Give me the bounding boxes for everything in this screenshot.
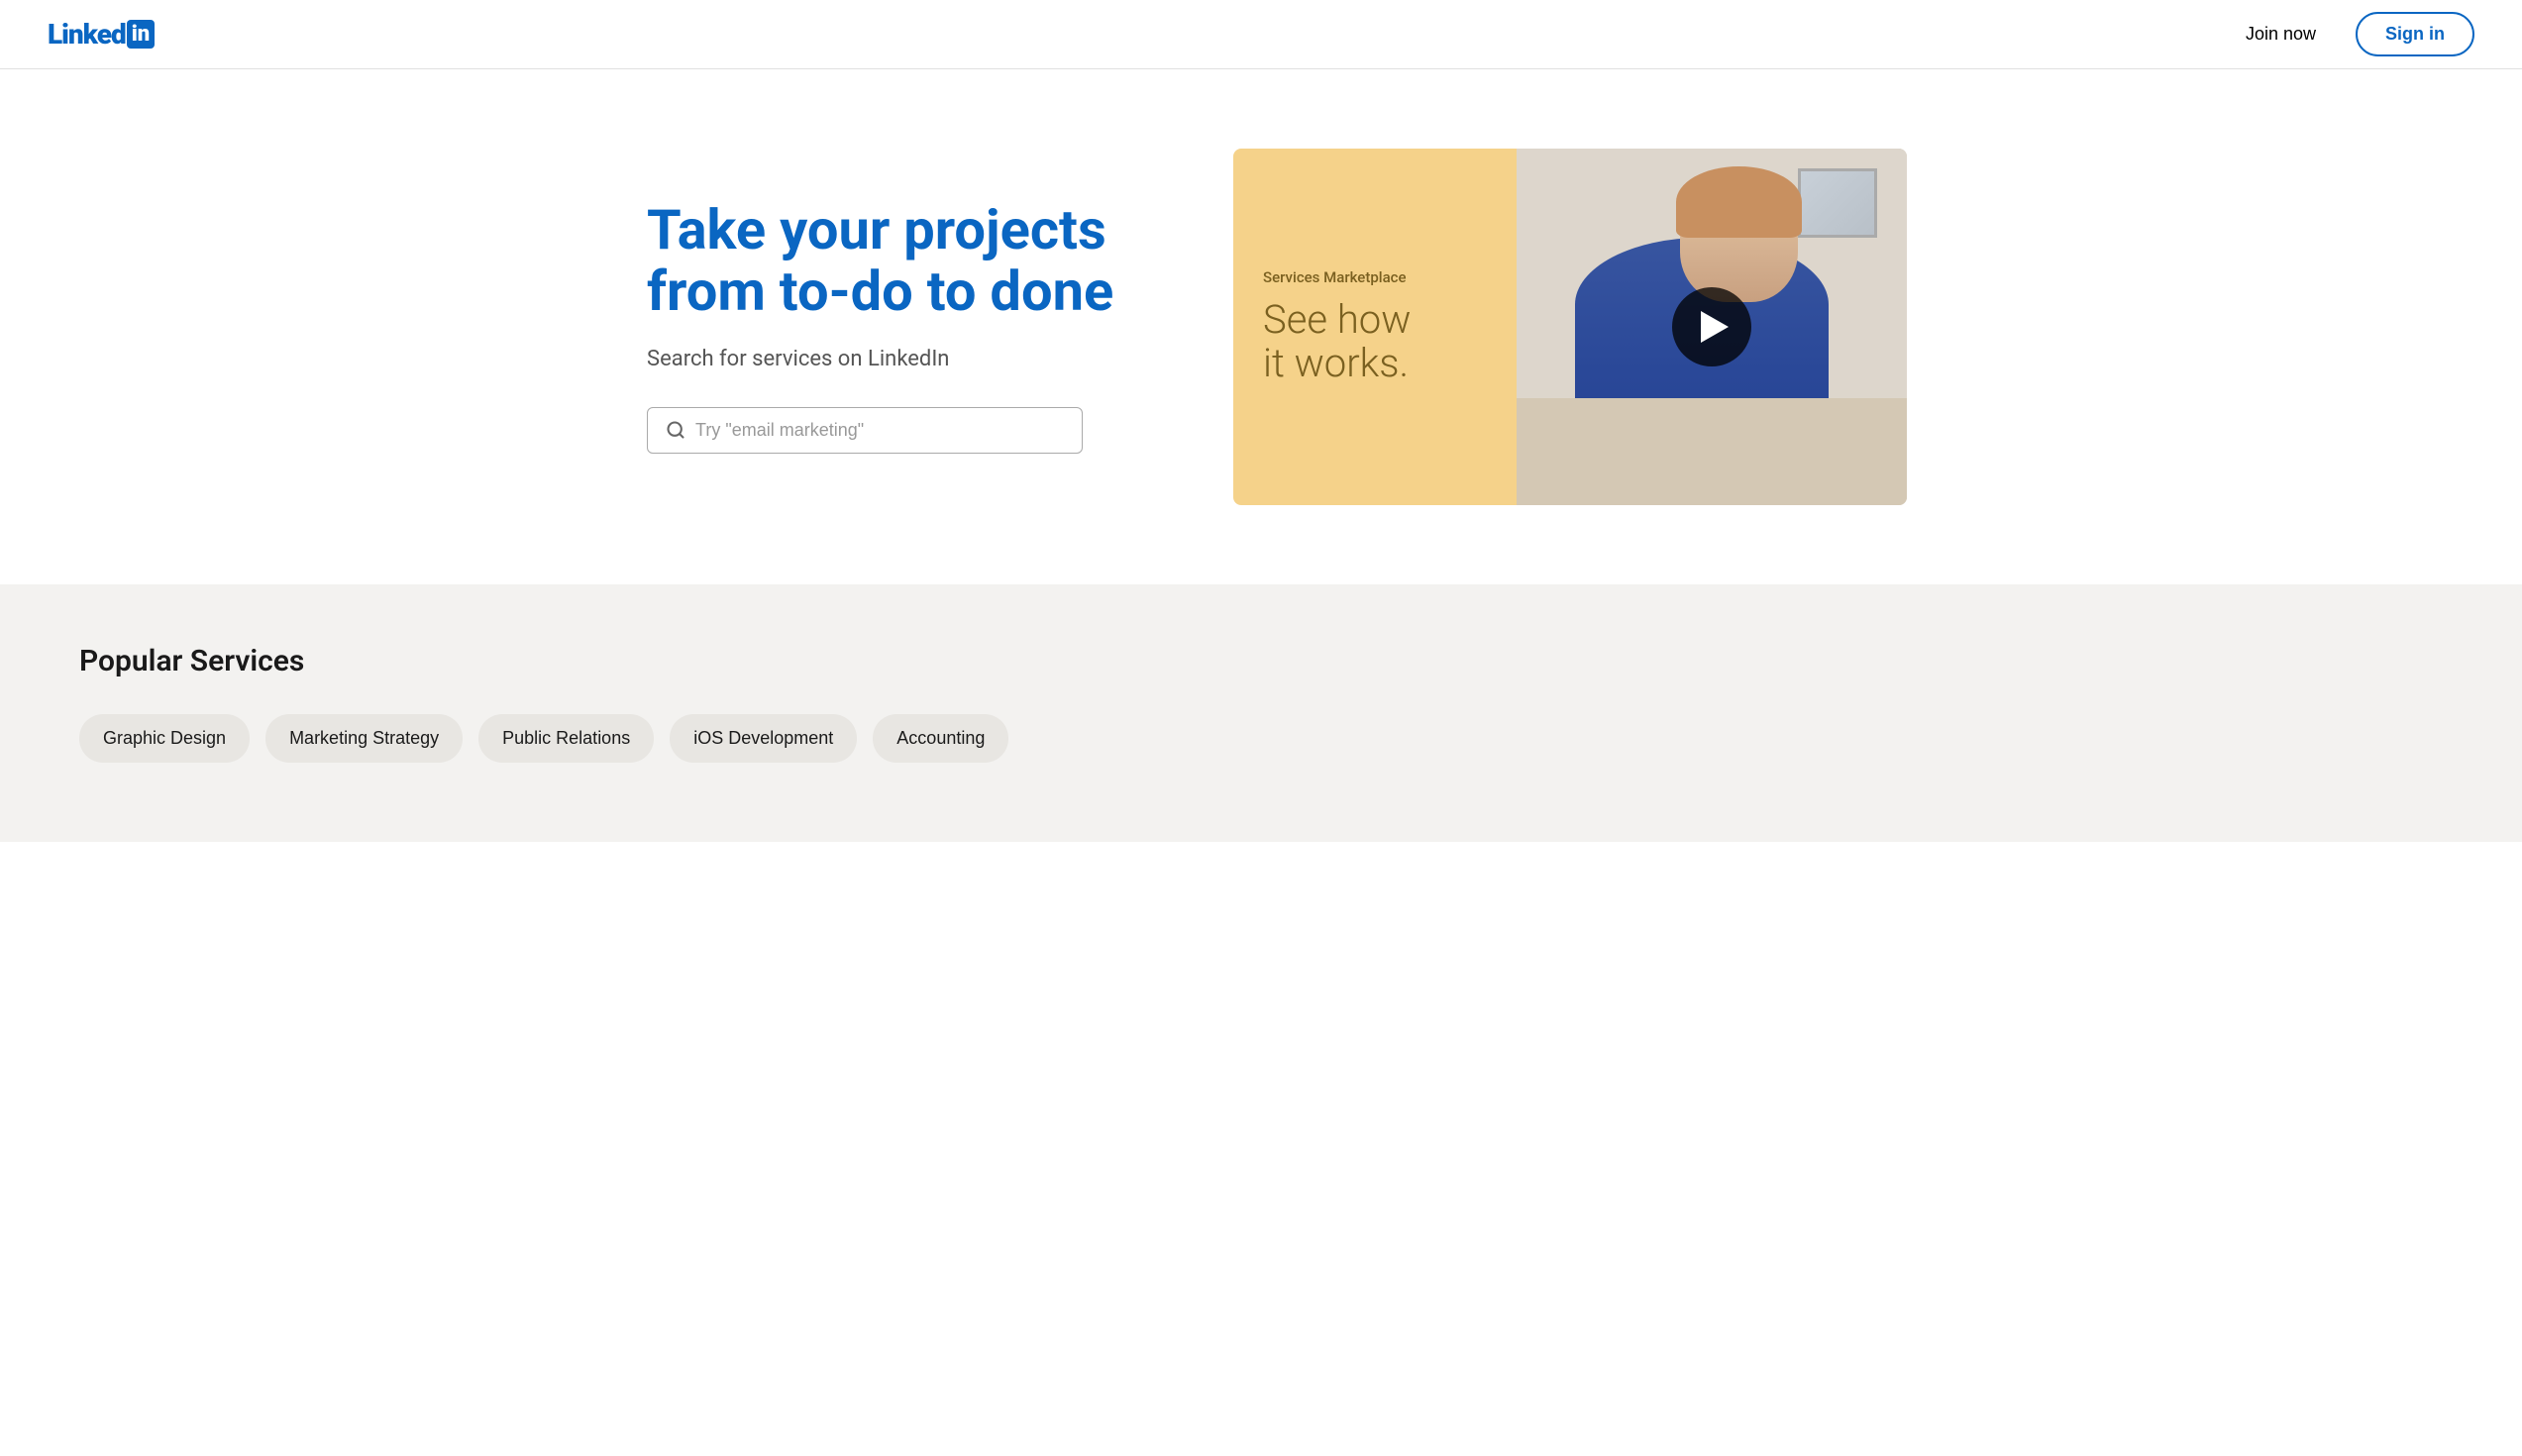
play-button[interactable] bbox=[1672, 287, 1751, 366]
search-input[interactable] bbox=[695, 420, 1064, 441]
services-chips: Graphic Design Marketing Strategy Public R… bbox=[79, 714, 2443, 763]
hero-section: Take your projects from to-do to done Se… bbox=[568, 69, 1954, 584]
search-box[interactable] bbox=[647, 407, 1083, 454]
hero-subtitle: Search for services on LinkedIn bbox=[647, 347, 1162, 371]
service-chip-marketing-strategy[interactable]: Marketing Strategy bbox=[265, 714, 463, 763]
join-now-button[interactable]: Join now bbox=[2230, 16, 2332, 52]
header: Linkedin Join now Sign in bbox=[0, 0, 2522, 69]
video-left-panel: Services Marketplace See how it works. bbox=[1233, 149, 1517, 505]
video-panel: Services Marketplace See how it works. bbox=[1233, 149, 1907, 505]
hero-right: Services Marketplace See how it works. bbox=[1233, 149, 1907, 505]
play-icon bbox=[1701, 311, 1729, 343]
hero-left: Take your projects from to-do to done Se… bbox=[647, 200, 1162, 453]
popular-services-section: Popular Services Graphic Design Marketing… bbox=[0, 584, 2522, 842]
hero-title: Take your projects from to-do to done bbox=[647, 200, 1162, 322]
service-chip-accounting[interactable]: Accounting bbox=[873, 714, 1008, 763]
service-chip-ios-development[interactable]: iOS Development bbox=[670, 714, 857, 763]
sign-in-button[interactable]: Sign in bbox=[2356, 12, 2474, 56]
search-icon bbox=[666, 420, 685, 440]
logo-text: Linked bbox=[48, 18, 126, 51]
header-actions: Join now Sign in bbox=[2230, 12, 2474, 56]
service-chip-public-relations[interactable]: Public Relations bbox=[478, 714, 654, 763]
service-chip-graphic-design[interactable]: Graphic Design bbox=[79, 714, 250, 763]
video-title: See how it works. bbox=[1263, 298, 1487, 385]
video-right-panel bbox=[1517, 149, 1907, 505]
services-marketplace-label: Services Marketplace bbox=[1263, 268, 1487, 286]
logo[interactable]: Linkedin bbox=[48, 18, 155, 51]
logo-box: in bbox=[127, 20, 155, 49]
popular-services-title: Popular Services bbox=[79, 644, 2443, 678]
